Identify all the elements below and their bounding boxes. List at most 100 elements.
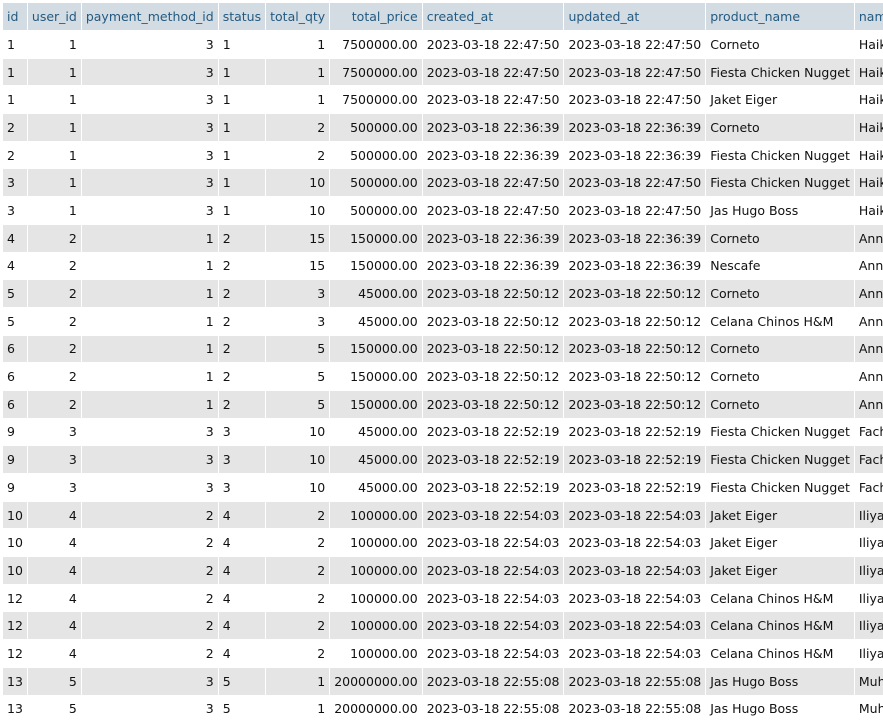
cell-name[interactable]: Iliyana [854,612,883,640]
cell-total-qty[interactable]: 10 [266,197,330,224]
cell-updated-at[interactable]: 2023-03-18 22:36:39 [564,252,706,280]
cell-name[interactable]: Haikal [854,197,883,224]
cell-created-at[interactable]: 2023-03-18 22:47:50 [422,197,564,224]
cell-name[interactable]: Haikal [854,169,883,197]
cell-created-at[interactable]: 2023-03-18 22:36:39 [422,141,564,169]
cell-total-price[interactable]: 20000000.00 [330,695,422,723]
cell-payment-method-id[interactable]: 2 [81,529,218,557]
cell-name[interactable]: Anna [854,307,883,335]
table-row[interactable]: 12 4 2 4 2 100000.00 2023-03-18 22:54:03 2023-0… [3,612,883,640]
column-header-payment-method-id[interactable]: payment_method_id [81,3,218,30]
cell-user-id[interactable]: 2 [27,252,81,280]
cell-product-name[interactable]: Corneto [706,224,854,252]
table-row[interactable]: 13 5 3 5 1 20000000.00 2023-03-18 22:55:08 2023… [3,667,883,695]
cell-product-name[interactable]: Nescafe [706,252,854,280]
cell-total-price[interactable]: 100000.00 [330,557,422,584]
table-row[interactable]: 5 2 1 2 3 45000.00 2023-03-18 22:50:12 2023-03-… [3,280,883,307]
cell-user-id[interactable]: 4 [27,529,81,557]
cell-payment-method-id[interactable]: 3 [81,169,218,197]
column-header-updated-at[interactable]: updated_at [564,3,706,30]
cell-total-price[interactable]: 45000.00 [330,280,422,307]
cell-created-at[interactable]: 2023-03-18 22:50:12 [422,390,564,418]
cell-product-name[interactable]: Corneto [706,335,854,363]
cell-total-qty[interactable]: 3 [266,307,330,335]
cell-total-price[interactable]: 100000.00 [330,501,422,529]
cell-status[interactable]: 1 [218,86,266,114]
cell-id[interactable]: 6 [3,390,27,418]
cell-payment-method-id[interactable]: 2 [81,584,218,612]
cell-total-price[interactable]: 500000.00 [330,197,422,224]
cell-user-id[interactable]: 3 [27,474,81,501]
cell-created-at[interactable]: 2023-03-18 22:54:03 [422,640,564,667]
cell-id[interactable]: 10 [3,501,27,529]
cell-status[interactable]: 1 [218,169,266,197]
column-header-id[interactable]: id [3,3,27,30]
cell-total-qty[interactable]: 5 [266,335,330,363]
cell-total-qty[interactable]: 2 [266,529,330,557]
cell-user-id[interactable]: 4 [27,557,81,584]
cell-payment-method-id[interactable]: 2 [81,640,218,667]
column-header-product-name[interactable]: product_name [706,3,854,30]
cell-user-id[interactable]: 2 [27,224,81,252]
cell-id[interactable]: 12 [3,640,27,667]
cell-id[interactable]: 2 [3,141,27,169]
cell-product-name[interactable]: Fiesta Chicken Nugget [706,418,854,446]
cell-payment-method-id[interactable]: 2 [81,501,218,529]
column-header-user-id[interactable]: user_id [27,3,81,30]
cell-name[interactable]: Haikal [854,114,883,141]
cell-created-at[interactable]: 2023-03-18 22:47:50 [422,31,564,58]
cell-created-at[interactable]: 2023-03-18 22:50:12 [422,280,564,307]
cell-created-at[interactable]: 2023-03-18 22:47:50 [422,58,564,86]
cell-created-at[interactable]: 2023-03-18 22:36:39 [422,252,564,280]
cell-total-qty[interactable]: 2 [266,640,330,667]
cell-user-id[interactable]: 1 [27,31,81,58]
cell-total-qty[interactable]: 2 [266,557,330,584]
cell-created-at[interactable]: 2023-03-18 22:55:08 [422,667,564,695]
cell-product-name[interactable]: Celana Chinos H&M [706,307,854,335]
cell-id[interactable]: 6 [3,363,27,390]
cell-updated-at[interactable]: 2023-03-18 22:50:12 [564,363,706,390]
cell-updated-at[interactable]: 2023-03-18 22:36:39 [564,114,706,141]
cell-updated-at[interactable]: 2023-03-18 22:36:39 [564,224,706,252]
cell-product-name[interactable]: Jas Hugo Boss [706,667,854,695]
cell-created-at[interactable]: 2023-03-18 22:52:19 [422,446,564,473]
cell-id[interactable]: 12 [3,612,27,640]
cell-id[interactable]: 1 [3,86,27,114]
cell-user-id[interactable]: 5 [27,695,81,723]
cell-id[interactable]: 3 [3,169,27,197]
cell-name[interactable]: Anna [854,335,883,363]
cell-payment-method-id[interactable]: 3 [81,418,218,446]
cell-product-name[interactable]: Fiesta Chicken Nugget [706,474,854,501]
cell-payment-method-id[interactable]: 1 [81,252,218,280]
cell-product-name[interactable]: Celana Chinos H&M [706,640,854,667]
cell-updated-at[interactable]: 2023-03-18 22:54:03 [564,529,706,557]
cell-id[interactable]: 6 [3,335,27,363]
cell-total-price[interactable]: 20000000.00 [330,667,422,695]
cell-updated-at[interactable]: 2023-03-18 22:47:50 [564,169,706,197]
cell-id[interactable]: 9 [3,418,27,446]
cell-id[interactable]: 5 [3,280,27,307]
cell-updated-at[interactable]: 2023-03-18 22:54:03 [564,640,706,667]
column-header-total-qty[interactable]: total_qty [266,3,330,30]
table-row[interactable]: 12 4 2 4 2 100000.00 2023-03-18 22:54:03 2023-0… [3,584,883,612]
cell-status[interactable]: 4 [218,584,266,612]
cell-payment-method-id[interactable]: 3 [81,31,218,58]
table-row[interactable]: 9 3 3 3 10 45000.00 2023-03-18 22:52:19 2023-03… [3,418,883,446]
cell-updated-at[interactable]: 2023-03-18 22:50:12 [564,280,706,307]
cell-status[interactable]: 1 [218,114,266,141]
cell-user-id[interactable]: 1 [27,114,81,141]
cell-total-qty[interactable]: 2 [266,141,330,169]
cell-total-price[interactable]: 100000.00 [330,612,422,640]
cell-product-name[interactable]: Corneto [706,280,854,307]
cell-created-at[interactable]: 2023-03-18 22:54:03 [422,501,564,529]
table-row[interactable]: 2 1 3 1 2 500000.00 2023-03-18 22:36:39 2023-03… [3,141,883,169]
cell-payment-method-id[interactable]: 1 [81,335,218,363]
cell-product-name[interactable]: Corneto [706,390,854,418]
cell-status[interactable]: 2 [218,335,266,363]
cell-created-at[interactable]: 2023-03-18 22:54:03 [422,557,564,584]
cell-payment-method-id[interactable]: 3 [81,474,218,501]
cell-name[interactable]: Muhamad [854,695,883,723]
cell-id[interactable]: 9 [3,474,27,501]
column-header-total-price[interactable]: total_price [330,3,422,30]
cell-status[interactable]: 1 [218,31,266,58]
